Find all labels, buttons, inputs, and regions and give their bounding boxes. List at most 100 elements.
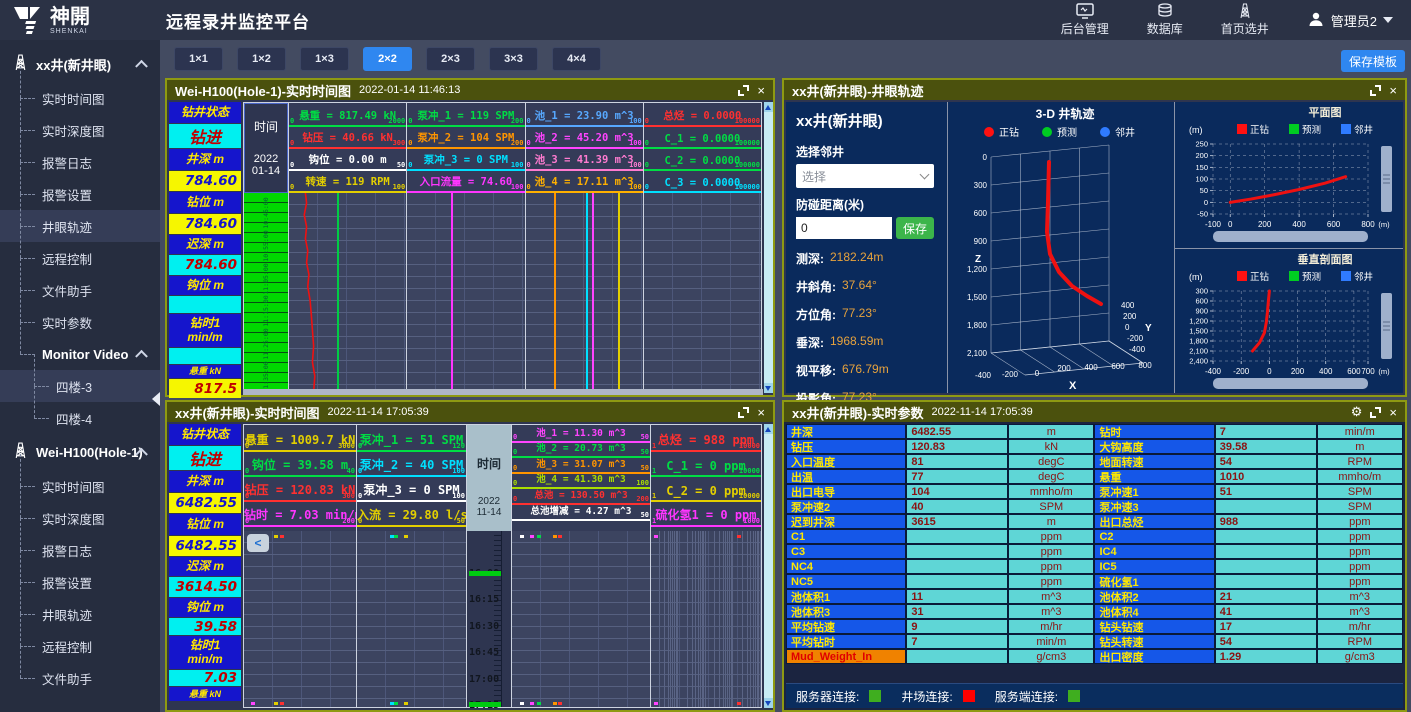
sidebar-item-远程控制[interactable]: 远程控制 [0,242,160,274]
collapse-left-button[interactable]: < [247,534,269,552]
panel-bl-title: xx井(新井眼)-实时时间图 [175,403,319,422]
gear-icon[interactable]: ⚙ [1351,404,1363,420]
nav-item-home-well-select[interactable]: 首页选井 [1221,3,1269,37]
svg-text:400: 400 [1292,220,1306,229]
svg-text:700: 700 [1361,367,1375,376]
param-label: 池体积4 [1094,604,1214,619]
layout-button-1×1[interactable]: 1×1 [174,47,223,71]
layout-button-1×2[interactable]: 1×2 [237,47,286,71]
param-value: 17 [1215,619,1317,634]
scroll-up-icon[interactable] [764,424,773,434]
tl-vertical-scrollbar[interactable] [764,102,773,393]
sidebar-item-实时参数[interactable]: 实时参数 [0,306,160,338]
param-unit: ppm [1008,529,1094,544]
sidebar-well-1[interactable]: Wei-H100(Hole-1) [0,434,160,470]
select-offset-label: 选择邻井 [796,143,937,160]
sidebar-collapse-handle[interactable] [152,392,160,406]
sidebar-item-文件助手[interactable]: 文件助手 [0,662,160,694]
sidebar-item-实时时间图[interactable]: 实时时间图 [0,470,160,502]
status-value [169,296,241,313]
layout-button-2×3[interactable]: 2×3 [426,47,475,71]
param-unit: m^3 [1317,604,1403,619]
param-unit: RPM [1317,634,1403,649]
expand-icon[interactable] [1370,407,1381,418]
tl-horizontal-scrollbar[interactable] [243,389,763,395]
expand-icon[interactable] [738,407,749,418]
sidebar-item-报警设置[interactable]: 报警设置 [0,178,160,210]
param-value: 21 [1215,589,1317,604]
connection-label: 井场连接: [901,688,952,705]
panel-br-titlebar: xx井(新井眼)-实时参数 2022-11-14 17:05:39 ⚙ × [784,402,1405,422]
svg-text:600: 600 [1347,367,1361,376]
shenkai-logo-icon [12,6,42,34]
layout-button-3×3[interactable]: 3×3 [489,47,538,71]
sidebar-item-井眼轨迹[interactable]: 井眼轨迹 [0,598,160,630]
sidebar-item-文件助手[interactable]: 文件助手 [0,274,160,306]
nav-item-admin-backend[interactable]: 后台管理 [1061,3,1109,37]
close-icon[interactable]: × [1389,84,1397,97]
scroll-down-icon[interactable] [764,383,773,393]
param-value: 41 [1215,604,1317,619]
panel-br-datetime: 2022-11-14 17:05:39 [931,406,1032,418]
close-icon[interactable]: × [757,406,765,419]
close-icon[interactable]: × [757,84,765,97]
svg-text:800: 800 [1138,361,1152,370]
bl-status-column: 钻井状态钻进井深 m6482.55钻位 m6482.55迟深 m3614.50钩… [169,424,241,708]
param-unit: SPM [1317,499,1403,514]
sidebar-item-实时深度图[interactable]: 实时深度图 [0,114,160,146]
sidebar-item-报警日志[interactable]: 报警日志 [0,534,160,566]
chevron-up-icon[interactable] [135,350,148,363]
sidebar-item-远程控制[interactable]: 远程控制 [0,630,160,662]
sidebar-item-报警日志[interactable]: 报警日志 [0,146,160,178]
close-icon[interactable]: × [1389,406,1397,419]
status-value: 3614.50 [169,577,241,597]
param-unit: m/hr [1008,619,1094,634]
param-unit: min/m [1317,424,1403,439]
svg-text:(m): (m) [1189,272,1203,282]
svg-text:2,400: 2,400 [1189,356,1208,365]
sidebar-well-0[interactable]: xx井(新井眼) [0,46,160,82]
sidebar-item-四楼-4[interactable]: 四楼-4 [0,402,160,434]
horizontal-scrollbar[interactable] [1213,378,1368,389]
layout-button-1×3[interactable]: 1×3 [300,47,349,71]
curve-header-钩位: 0钩位 = 0.00 m50 [289,149,406,171]
save-distance-button[interactable]: 保存 [896,217,934,239]
scroll-down-icon[interactable] [764,698,773,708]
scroll-up-icon[interactable] [764,102,773,112]
chevron-up-icon[interactable] [135,60,148,73]
sidebar-item-四楼-3[interactable]: 四楼-3 [0,370,160,402]
sidebar-item-实时时间图[interactable]: 实时时间图 [0,82,160,114]
param-unit: m [1008,514,1094,529]
nav-item-database[interactable]: 数据库 [1147,3,1183,37]
layout-button-2×2[interactable]: 2×2 [363,47,412,71]
curve-header-硫化氢1: 1硫化氢1 = 0 ppm1000 [651,502,761,527]
layout-button-4×4[interactable]: 4×4 [552,47,601,71]
svg-text:-400: -400 [1205,367,1222,376]
expand-icon[interactable] [738,85,749,96]
param-value: 988 [1215,514,1317,529]
sidebar: xx井(新井眼)实时时间图实时深度图报警日志报警设置井眼轨迹远程控制文件助手实时… [0,40,160,712]
bl-vertical-scrollbar[interactable] [764,424,773,708]
param-label: 硫化氢1 [1094,574,1214,589]
sidebar-item-实时深度图[interactable]: 实时深度图 [0,502,160,534]
svg-text:(m): (m) [1378,220,1390,229]
param-value: 6482.55 [906,424,1008,439]
svg-text:0: 0 [983,153,988,162]
tl-status-column: 钻井状态钻进井深 m784.60钻位 m784.60迟深 m784.60钩位 m… [169,102,241,393]
readout-label: 垂深: [796,334,824,351]
sidebar-item-井眼轨迹[interactable]: 井眼轨迹 [0,210,160,242]
user-icon [1307,10,1325,31]
offset-well-select[interactable]: 选择 [796,164,934,188]
horizontal-scrollbar[interactable] [1213,231,1368,242]
save-template-button[interactable]: 保存模板 [1341,50,1405,72]
param-label: 泵冲速3 [1094,499,1214,514]
sidebar-item-报警设置[interactable]: 报警设置 [0,566,160,598]
param-label: 入口温度 [786,454,906,469]
sidebar-group-Monitor Video[interactable]: Monitor Video [0,338,160,370]
param-value: 120.83 [906,439,1008,454]
user-menu[interactable]: 管理员2 [1307,10,1393,31]
distance-input[interactable] [796,217,892,239]
svg-text:600: 600 [1111,362,1125,371]
expand-icon[interactable] [1370,85,1381,96]
curve-header-钩位: 0钩位 = 39.58 m40 [244,452,356,477]
